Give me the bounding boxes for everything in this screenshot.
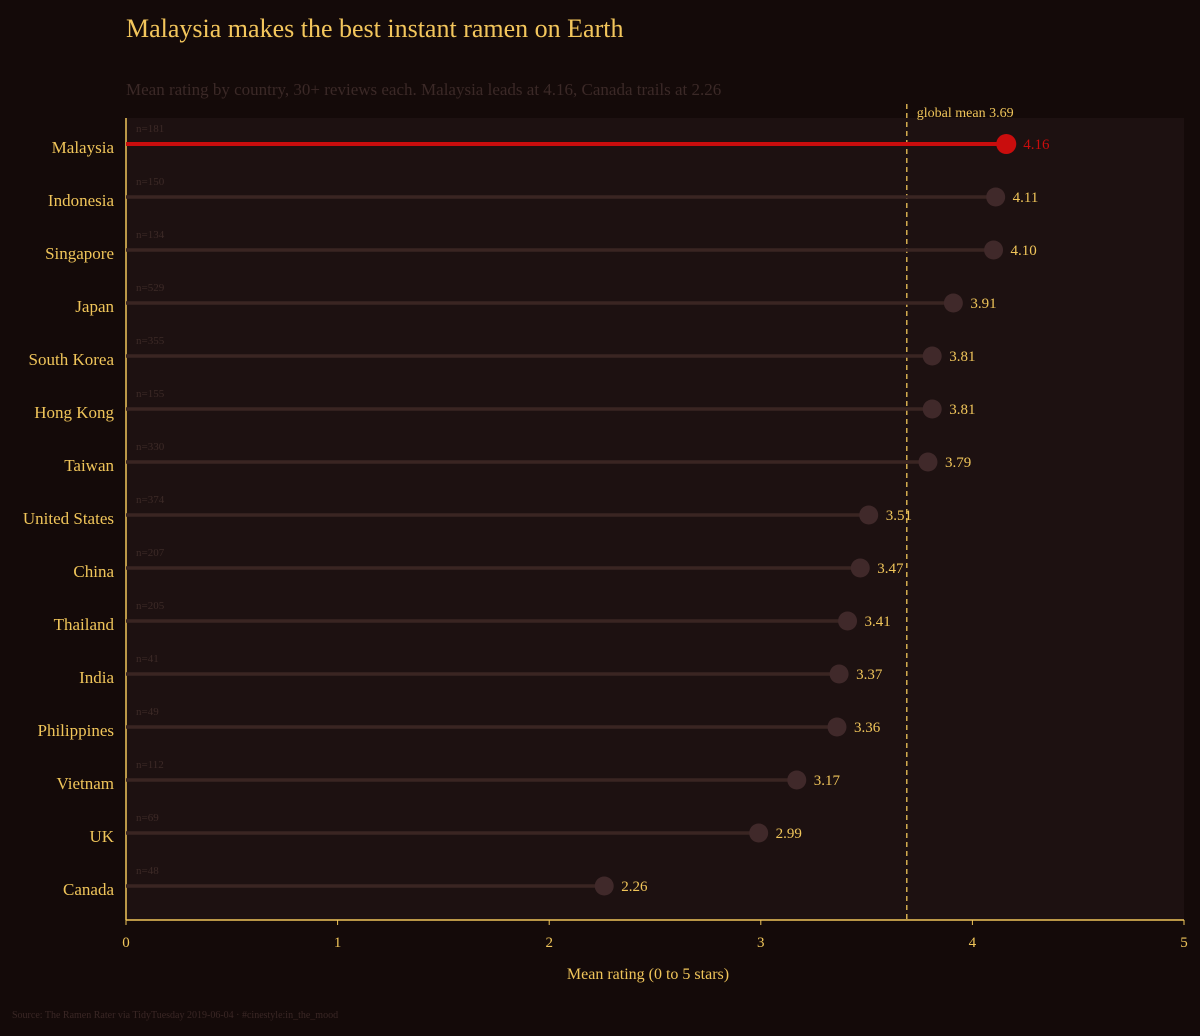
count-label: n=529 [136,282,165,294]
lollipop-dot [850,558,870,578]
lollipop-dot [594,876,614,896]
lollipop-dot [838,611,858,631]
x-tick-label: 2 [545,935,553,951]
x-tick-label: 1 [334,935,342,951]
x-tick-label: 0 [122,935,130,951]
category-label: India [79,668,114,687]
category-label: China [73,562,114,581]
count-label: n=205 [136,600,165,612]
value-label: 3.17 [814,773,841,789]
count-label: n=41 [136,653,159,665]
lollipop-dot [943,293,963,313]
category-label: South Korea [29,350,115,369]
value-label: 3.36 [854,720,881,736]
source-caption: Source: The Ramen Rater via TidyTuesday … [12,1010,339,1021]
lollipop-chart: 0 1 2 3 4 5 Mean rating (0 to 5 stars) global m… [23,104,1188,983]
x-axis-title: Mean rating (0 to 5 stars) [567,966,729,983]
value-label: 3.81 [949,349,975,365]
category-label: Taiwan [64,456,114,475]
count-label: n=374 [136,494,165,506]
count-label: n=155 [136,388,165,400]
lollipop-dot [922,399,942,419]
lollipop-dot [859,505,879,525]
category-label: Malaysia [52,138,115,157]
value-label: 2.26 [621,879,648,895]
count-label: n=134 [136,229,165,241]
count-label: n=150 [136,176,165,188]
count-label: n=48 [136,865,159,877]
value-label: 2.99 [776,826,802,842]
value-label: 3.51 [886,508,912,524]
x-tick-label: 4 [969,935,977,951]
lollipop-dot [986,187,1006,207]
lollipop-dot [827,717,847,737]
count-label: n=69 [136,812,159,824]
category-label: United States [23,509,114,528]
lollipop-dot [996,134,1017,154]
plot-panel [126,118,1184,920]
lollipop-dot [922,346,942,366]
category-label: UK [89,827,114,846]
value-label: 3.47 [877,561,904,577]
count-label: n=355 [136,335,165,347]
category-label: Indonesia [48,191,115,210]
category-label: Singapore [45,244,114,263]
count-label: n=112 [136,759,164,771]
value-label: 3.81 [949,402,975,418]
value-label: 3.79 [945,455,971,471]
lollipop-dot [787,770,807,790]
category-label: Canada [63,880,114,899]
value-label: 4.10 [1011,243,1037,259]
category-label: Japan [75,297,114,316]
value-label: 4.11 [1013,190,1039,206]
global-mean-label: global mean 3.69 [917,106,1014,121]
lollipop-dot [749,823,769,843]
value-label: 3.91 [970,296,996,312]
value-label: 4.16 [1023,137,1050,153]
count-label: n=330 [136,441,165,453]
lollipop-dot [829,664,849,684]
lollipop-dot [984,240,1004,260]
count-label: n=181 [136,123,164,135]
category-label: Thailand [54,615,115,634]
category-label: Vietnam [56,774,114,793]
category-label: Philippines [37,721,114,740]
x-tick-label: 3 [757,935,765,951]
value-label: 3.37 [856,667,883,683]
category-label: Hong Kong [34,403,114,422]
lollipop-dot [918,452,938,472]
value-label: 3.41 [865,614,891,630]
x-tick-label: 5 [1180,935,1188,951]
count-label: n=207 [136,547,165,559]
count-label: n=49 [136,706,159,718]
